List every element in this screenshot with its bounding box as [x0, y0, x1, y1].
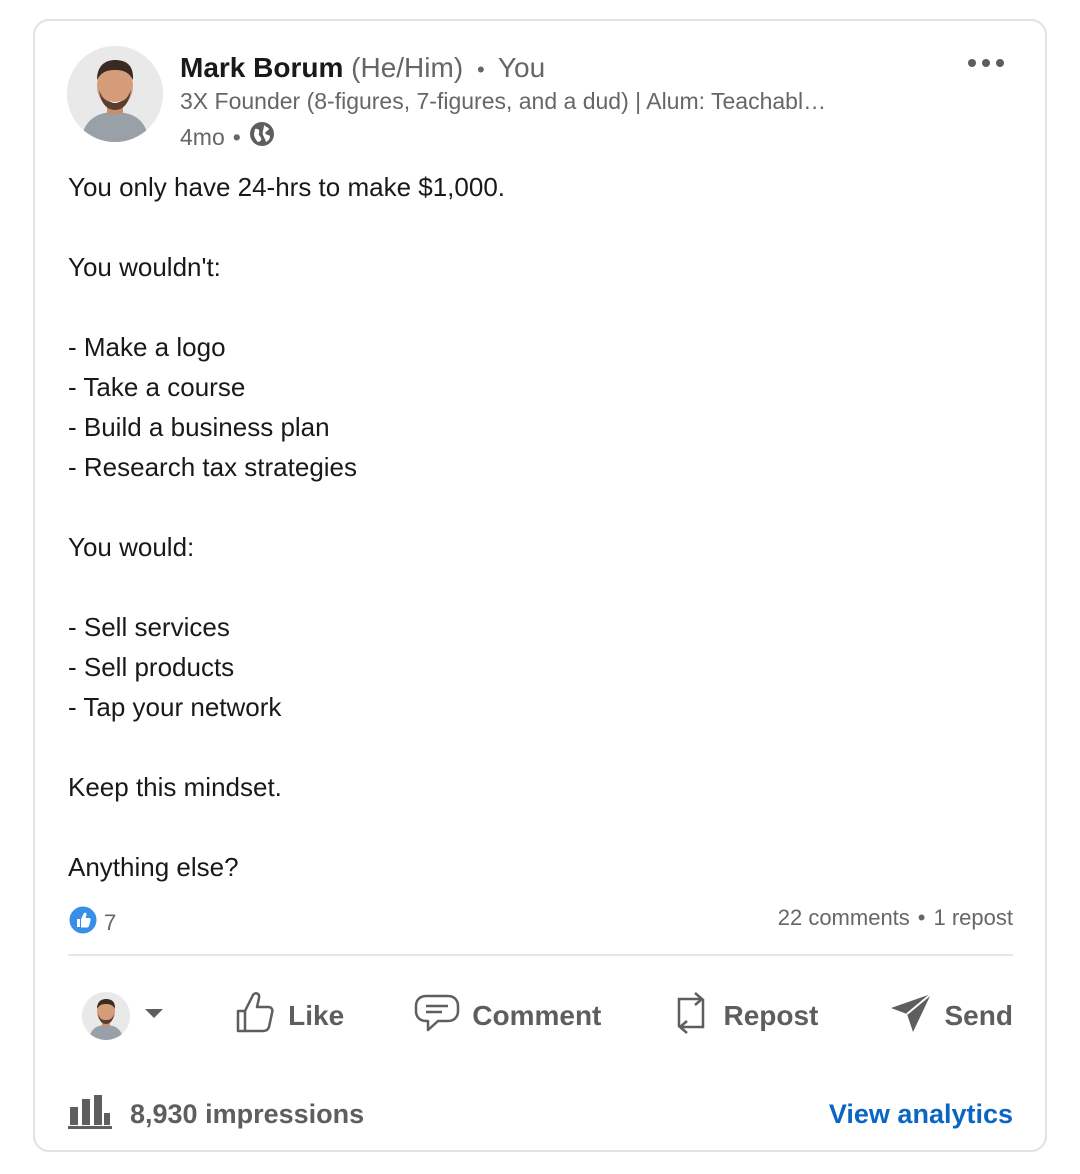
view-analytics-link[interactable]: View analytics: [829, 1099, 1013, 1130]
post-as-selector[interactable]: [68, 992, 164, 1040]
comments-count[interactable]: 22 comments: [778, 905, 910, 931]
post-time: 4mo: [180, 123, 225, 150]
like-button[interactable]: Like: [234, 991, 344, 1042]
list-item: - Sell products: [68, 652, 235, 682]
post-line: You wouldn't:: [68, 252, 221, 282]
separator-dot: •: [232, 123, 241, 150]
post-line: You would:: [68, 532, 195, 562]
list-item: - Take a course: [68, 372, 246, 402]
comment-button[interactable]: Comment: [414, 993, 601, 1040]
actor-avatar: [82, 992, 130, 1040]
post-line: You only have 24-hrs to make $1,000.: [68, 172, 505, 202]
send-icon: [889, 992, 933, 1041]
impressions[interactable]: 8,930 impressions: [68, 1093, 364, 1136]
list-item: - Make a logo: [68, 332, 226, 362]
list-item: - Tap your network: [68, 692, 282, 722]
impressions-count: 8,930 impressions: [130, 1098, 365, 1129]
comment-icon: [414, 993, 460, 1040]
author-name-line: Mark Borum (He/Him) • You: [180, 51, 545, 87]
comment-label: Comment: [472, 1000, 602, 1031]
like-reaction-icon: [68, 905, 98, 941]
action-bar: Like Comment Repost Send: [68, 981, 1013, 1051]
list-item: - Build a business plan: [68, 412, 330, 442]
list-item: - Sell services: [68, 612, 230, 642]
analytics-bar-icon: [68, 1093, 112, 1136]
social-counts: 22 comments • 1 repost: [778, 905, 1013, 931]
thumbs-up-icon: [234, 991, 276, 1042]
send-button[interactable]: Send: [889, 992, 1013, 1041]
post-meta: 4mo •: [180, 121, 275, 153]
more-options-button[interactable]: [961, 51, 1011, 75]
reactions-count[interactable]: 7: [68, 905, 116, 941]
divider: [68, 954, 1013, 956]
author-pronouns: (He/Him): [351, 52, 464, 83]
author-relation: You: [497, 52, 546, 83]
globe-icon: [249, 121, 275, 153]
separator-dot: •: [917, 905, 926, 930]
post-line: Anything else?: [68, 852, 239, 882]
post-body: You only have 24-hrs to make $1,000. You…: [68, 167, 1008, 887]
separator-dot: •: [476, 57, 485, 82]
like-label: Like: [288, 1000, 345, 1031]
more-dot: [996, 59, 1004, 67]
author-avatar[interactable]: [67, 46, 163, 142]
more-dot: [968, 59, 976, 67]
repost-label: Repost: [723, 1000, 819, 1031]
reactions-number: 7: [104, 910, 117, 935]
repost-count[interactable]: 1 repost: [934, 905, 1014, 931]
more-dot: [982, 59, 990, 67]
post-line: Keep this mindset.: [68, 772, 282, 802]
send-label: Send: [944, 1000, 1013, 1031]
post-footer: 8,930 impressions View analytics: [68, 1091, 1013, 1137]
author-name[interactable]: Mark Borum: [180, 52, 343, 83]
author-headline: 3X Founder (8-figures, 7-figures, and a …: [180, 88, 827, 114]
repost-button[interactable]: Repost: [671, 989, 818, 1044]
repost-icon: [671, 989, 711, 1044]
caret-down-icon: [144, 1007, 164, 1025]
post-card: Mark Borum (He/Him) • You 3X Founder (8-…: [33, 19, 1047, 1152]
list-item: - Research tax strategies: [68, 452, 358, 482]
